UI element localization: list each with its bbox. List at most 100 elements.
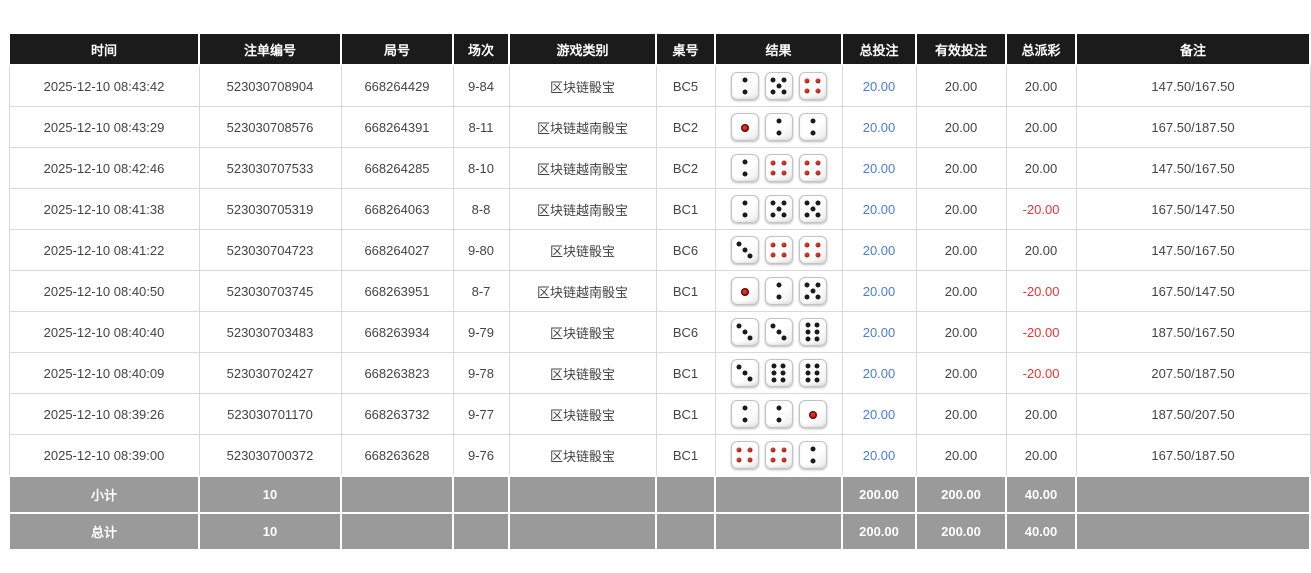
cell-total_payout: 20.00 (1005, 64, 1077, 107)
cell-total_payout: -20.00 (1005, 311, 1077, 353)
die-pip (776, 417, 781, 423)
die-pip (804, 170, 810, 176)
cell-result (714, 434, 843, 477)
die-pip (770, 323, 776, 329)
total-bet-link[interactable]: 20.00 (863, 79, 896, 94)
cell-result (714, 352, 843, 394)
die-face-4-icon (798, 236, 827, 264)
die-face-2-icon (764, 277, 793, 305)
table-row: 2025-12-10 08:43:42 523030708904 668264429… (8, 64, 1311, 107)
total-bet-link[interactable]: 20.00 (863, 202, 896, 217)
die-pip (740, 287, 749, 296)
die-pip (804, 200, 810, 206)
die-pip (815, 88, 821, 94)
cell-table_no: BC1 (655, 434, 716, 477)
total-bet-link[interactable]: 20.00 (863, 161, 896, 176)
cell-game_type: 区块链骰宝 (508, 64, 657, 107)
cell-bet_id: 523030708904 (198, 64, 342, 107)
cell-session: 8-10 (452, 147, 510, 189)
die-pip (810, 118, 815, 124)
cell-bet_id: 523030704723 (198, 229, 342, 271)
cell-valid_bet: 20.00 (915, 188, 1007, 230)
die-pip (805, 336, 811, 342)
cell-round_id: 668264027 (340, 229, 454, 271)
cell-total_payout: -20.00 (1005, 188, 1077, 230)
cell-table_no: BC1 (655, 393, 716, 435)
summary-cell-empty (452, 512, 510, 551)
cell-game_type: 区块链骰宝 (508, 434, 657, 477)
summary-cell-count: 10 (198, 512, 342, 551)
die-pip (736, 457, 742, 463)
die-pip (742, 329, 747, 335)
dice-result (720, 318, 838, 346)
die-pip (770, 457, 776, 463)
summary-cell-valid_bet: 200.00 (915, 512, 1007, 551)
die-pip (781, 242, 787, 248)
die-pip (742, 171, 747, 177)
die-pip (742, 370, 747, 376)
cell-total_bet: 20.00 (841, 188, 917, 230)
cell-valid_bet: 20.00 (915, 147, 1007, 189)
total-bet-link[interactable]: 20.00 (863, 366, 896, 381)
bet-records-table: 时间 注单编号 局号 场次 游戏类别 桌号 结果 总投注 有效投注 总派彩 备注 2025-12-1… (8, 32, 1311, 551)
cell-round_id: 668263732 (340, 393, 454, 435)
cell-total_payout: 20.00 (1005, 147, 1077, 189)
die-pip (781, 212, 787, 218)
cell-result (714, 311, 843, 353)
cell-total_bet: 20.00 (841, 229, 917, 271)
die-pip (742, 159, 747, 165)
table-footer: 小计 10 200.00 200.00 40.00 总计 10 200.00 200.00 40.… (8, 475, 1311, 551)
die-pip (770, 200, 776, 206)
cell-remark: 187.50/167.50 (1075, 311, 1311, 353)
total-bet-link[interactable]: 20.00 (863, 448, 896, 463)
summary-row-subtotal: 小计 10 200.00 200.00 40.00 (8, 475, 1311, 514)
die-pip (736, 241, 742, 247)
cell-round_id: 668264285 (340, 147, 454, 189)
die-face-3-icon (730, 318, 759, 346)
die-pip (815, 78, 821, 84)
summary-cell-empty (340, 475, 454, 514)
cell-table_no: BC6 (655, 229, 716, 271)
die-pip (814, 363, 820, 369)
cell-round_id: 668264429 (340, 64, 454, 107)
die-pip (815, 160, 821, 166)
cell-remark: 207.50/187.50 (1075, 352, 1311, 394)
die-face-2-icon (798, 113, 827, 141)
cell-bet_id: 523030703483 (198, 311, 342, 353)
column-header-result: 结果 (714, 32, 843, 66)
die-pip (781, 252, 787, 258)
total-bet-link[interactable]: 20.00 (863, 407, 896, 422)
summary-row-total: 总计 10 200.00 200.00 40.00 (8, 512, 1311, 551)
die-pip (810, 288, 815, 294)
die-pip (804, 78, 810, 84)
total-bet-link[interactable]: 20.00 (863, 325, 896, 340)
total-bet-link[interactable]: 20.00 (863, 284, 896, 299)
total-bet-link[interactable]: 20.00 (863, 243, 896, 258)
column-header-valid_bet: 有效投注 (915, 32, 1007, 66)
die-pip (804, 88, 810, 94)
summary-cell-empty (1075, 512, 1311, 551)
cell-game_type: 区块链骰宝 (508, 393, 657, 435)
die-pip (776, 83, 781, 89)
dice-result (720, 154, 838, 182)
column-header-game_type: 游戏类别 (508, 32, 657, 66)
die-pip (770, 242, 776, 248)
table-row: 2025-12-10 08:43:29 523030708576 668264391… (8, 106, 1311, 148)
summary-cell-empty (655, 512, 716, 551)
summary-cell-empty (452, 475, 510, 514)
die-face-6-icon (798, 359, 827, 387)
table-row: 2025-12-10 08:40:09 523030702427 668263823… (8, 352, 1311, 394)
header-row: 时间 注单编号 局号 场次 游戏类别 桌号 结果 总投注 有效投注 总派彩 备注 (8, 32, 1311, 66)
cell-table_no: BC6 (655, 311, 716, 353)
die-face-1-icon (730, 277, 759, 305)
die-pip (804, 242, 810, 248)
total-bet-link[interactable]: 20.00 (863, 120, 896, 135)
die-pip (770, 252, 776, 258)
table-body: 2025-12-10 08:43:42 523030708904 668264429… (8, 64, 1311, 477)
cell-total_payout: 20.00 (1005, 106, 1077, 148)
cell-valid_bet: 20.00 (915, 106, 1007, 148)
cell-table_no: BC2 (655, 147, 716, 189)
die-pip (771, 377, 777, 383)
cell-game_type: 区块链骰宝 (508, 311, 657, 353)
die-pip (776, 118, 781, 124)
